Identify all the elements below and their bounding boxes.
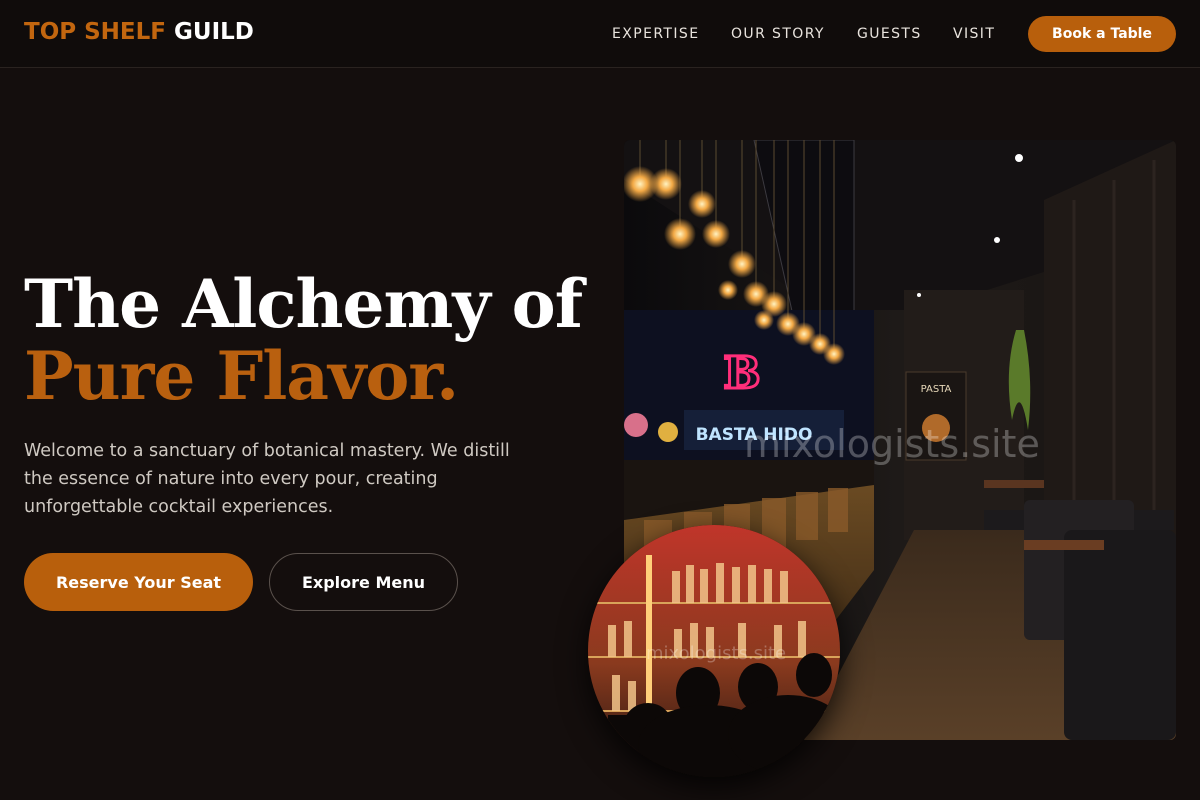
hero-title: The Alchemy of Pure Flavor. [24, 265, 583, 415]
book-table-button[interactable]: Book a Table [1028, 16, 1176, 52]
nav-link-expertise[interactable]: EXPERTISE [612, 26, 699, 42]
nav-link-visit[interactable]: VISIT [953, 26, 995, 42]
explore-menu-button[interactable]: Explore Menu [269, 553, 458, 611]
hero-title-line1: The Alchemy of [24, 265, 583, 343]
brand-logo[interactable]: TOP SHELF GUILD [24, 19, 254, 45]
logo-accent-text: TOP SHELF [24, 19, 166, 45]
neon-sign-b: B [723, 348, 760, 399]
hero-description: Welcome to a sanctuary of botanical mast… [24, 441, 510, 517]
site-header: TOP SHELF GUILD EXPERTISE OUR STORY GUES… [0, 0, 1200, 68]
logo-rest-text: GUILD [174, 19, 254, 45]
hero-title-line2: Pure Flavor. [24, 337, 459, 415]
nav-link-our-story[interactable]: OUR STORY [731, 26, 825, 42]
reserve-seat-button[interactable]: Reserve Your Seat [24, 553, 253, 611]
poster-title-text: PASTA [921, 384, 952, 395]
nav-link-guests[interactable]: GUESTS [857, 26, 922, 42]
bar-shelves-image: mixologists.site [588, 525, 840, 777]
image-watermark: mixologists.site [744, 422, 1040, 466]
circle-image-watermark: mixologists.site [646, 643, 787, 664]
